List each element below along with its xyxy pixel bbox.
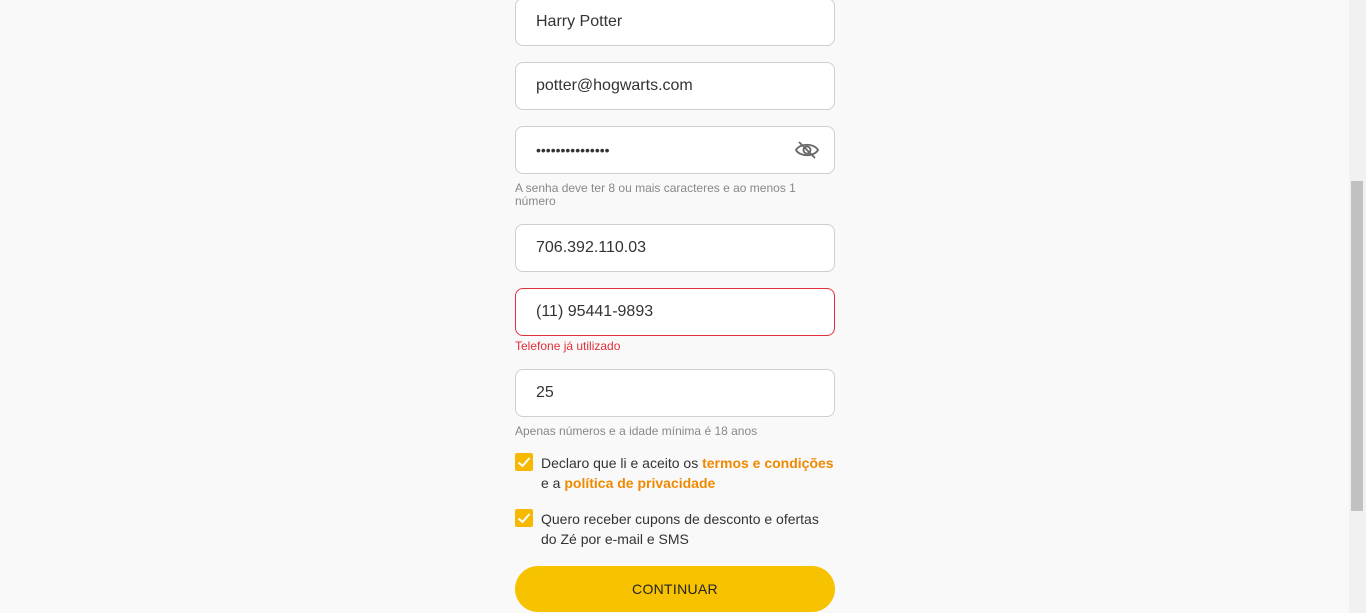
phone-field[interactable] (515, 288, 835, 336)
terms-link[interactable]: termos e condições (702, 455, 834, 471)
age-input[interactable] (516, 370, 834, 416)
eye-slash-icon[interactable] (794, 139, 820, 161)
terms-text-middle: e a (541, 475, 565, 491)
coupons-text: Quero receber cupons de desconto e ofert… (541, 511, 819, 547)
terms-checkbox[interactable] (515, 453, 533, 471)
phone-error-message: Telefone já utilizado (515, 339, 621, 353)
continue-button[interactable]: CONTINUAR (515, 566, 835, 612)
cpf-field[interactable] (515, 224, 835, 272)
age-hint: Apenas números e a idade mínima é 18 ano… (515, 424, 758, 438)
name-input[interactable] (516, 0, 834, 45)
phone-input[interactable] (516, 289, 834, 335)
terms-text-before: Declaro que li e aceito os (541, 455, 703, 471)
coupons-checkbox[interactable] (515, 509, 533, 527)
email-input[interactable] (516, 63, 834, 109)
scrollbar-thumb[interactable] (1351, 181, 1363, 511)
check-icon (517, 457, 531, 468)
terms-text: Declaro que li e aceito os termos e cond… (541, 453, 837, 493)
cpf-input[interactable] (516, 225, 834, 271)
privacy-link[interactable]: política de privacidade (564, 475, 715, 491)
name-field[interactable] (515, 0, 835, 46)
check-icon (517, 513, 531, 524)
page-scrollbar[interactable] (1349, 0, 1366, 613)
age-field[interactable] (515, 369, 835, 417)
email-field[interactable] (515, 62, 835, 110)
password-field[interactable] (515, 126, 835, 174)
password-hint: A senha deve ter 8 ou mais caracteres e … (515, 181, 796, 208)
password-input[interactable] (516, 127, 834, 173)
